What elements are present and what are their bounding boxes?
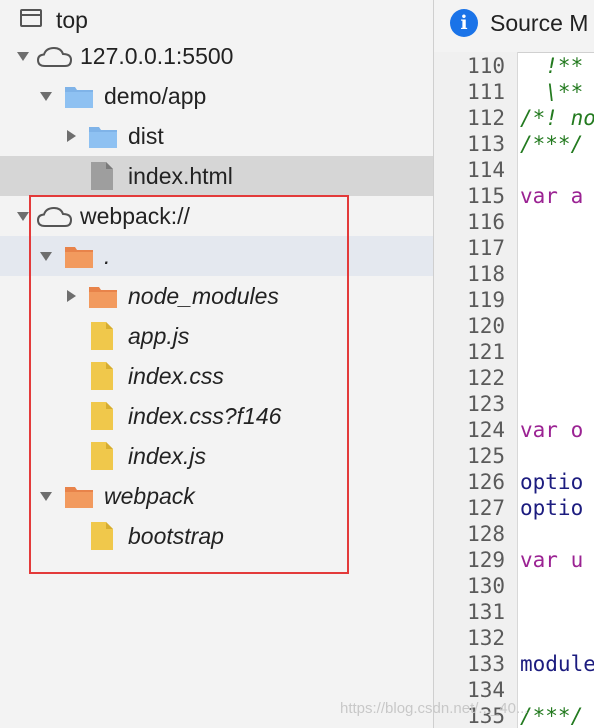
tree-item-demo-app[interactable]: demo/app — [0, 76, 433, 116]
code-text: /***/ — [520, 704, 584, 728]
line-number[interactable]: 128 — [434, 521, 505, 547]
highlight-annotation-box — [29, 195, 349, 574]
line-number[interactable]: 122 — [434, 365, 505, 391]
line-number[interactable]: 121 — [434, 339, 505, 365]
tree-item-dist[interactable]: dist — [0, 116, 433, 156]
code-text: var u — [520, 548, 584, 572]
line-number[interactable]: 119 — [434, 287, 505, 313]
code-text: optio — [520, 496, 584, 520]
code-text: var o — [520, 418, 584, 442]
line-number[interactable]: 123 — [434, 391, 505, 417]
tree-item-label: top — [56, 7, 88, 33]
tree-item-label: demo/app — [104, 83, 207, 109]
line-number[interactable]: 111 — [434, 79, 505, 105]
line-number[interactable]: 132 — [434, 625, 505, 651]
code-line: 126 optio — [434, 469, 594, 495]
watermark-text: https://blog.csdn.net/..._40... — [340, 700, 529, 717]
line-number[interactable]: 115 — [434, 183, 505, 209]
code-text: \** — [520, 80, 584, 104]
code-line: 130 — [434, 573, 594, 599]
line-number[interactable]: 133 — [434, 651, 505, 677]
tree-item-label: 127.0.0.1:5500 — [80, 43, 234, 69]
code-line: 120 — [434, 313, 594, 339]
code-line: 111 \** — [434, 79, 594, 105]
line-number[interactable]: 116 — [434, 209, 505, 235]
code-line: 123 — [434, 391, 594, 417]
line-number[interactable]: 120 — [434, 313, 505, 339]
tree-item-label: index.html — [128, 163, 233, 189]
code-text: /*! no — [520, 106, 594, 130]
code-line: 118 — [434, 261, 594, 287]
code-line: 127 optio — [434, 495, 594, 521]
code-line: 115 var a — [434, 183, 594, 209]
tree-item-top[interactable]: top — [0, 0, 433, 40]
code-line: 133 module — [434, 651, 594, 677]
expand-arrow-icon[interactable] — [40, 92, 52, 101]
line-number[interactable]: 127 — [434, 495, 505, 521]
code-line: 131 — [434, 599, 594, 625]
code-text: optio — [520, 470, 584, 494]
line-number[interactable]: 113 — [434, 131, 505, 157]
line-number[interactable]: 131 — [434, 599, 505, 625]
line-number[interactable]: 117 — [434, 235, 505, 261]
tab-source-map[interactable]: Source M — [490, 0, 588, 46]
line-number[interactable]: 129 — [434, 547, 505, 573]
editor-tabbar: i Source M — [434, 0, 594, 53]
line-number[interactable]: 126 — [434, 469, 505, 495]
code-line: 119 — [434, 287, 594, 313]
code-line: 116 — [434, 209, 594, 235]
file-icon — [91, 162, 113, 190]
code-line: 110 !** — [434, 53, 594, 79]
line-number[interactable]: 124 — [434, 417, 505, 443]
folder-icon — [89, 127, 117, 148]
code-text: var a — [520, 184, 584, 208]
code-line: 112 /*! no — [434, 105, 594, 131]
code-text: /***/ — [520, 132, 584, 156]
frame-icon — [20, 9, 42, 27]
tree-item-origin[interactable]: 127.0.0.1:5500 — [0, 36, 433, 76]
code-line: 128 — [434, 521, 594, 547]
collapse-arrow-icon[interactable] — [67, 130, 76, 142]
line-number[interactable]: 114 — [434, 157, 505, 183]
code-line: 129 var u — [434, 547, 594, 573]
source-editor: i Source M 110 !** 111 \** 112/*! no 113/**… — [434, 0, 594, 728]
tree-item-label: dist — [128, 123, 164, 149]
file-navigator: top 127.0.0.1:5500 demo/app dist index.h… — [0, 0, 433, 728]
code-line: 124 var o — [434, 417, 594, 443]
line-number[interactable]: 130 — [434, 573, 505, 599]
line-number[interactable]: 125 — [434, 443, 505, 469]
code-line: 121 — [434, 339, 594, 365]
code-text: module — [520, 652, 594, 676]
line-number[interactable]: 112 — [434, 105, 505, 131]
expand-arrow-icon[interactable] — [17, 212, 29, 221]
code-line: 113 /***/ — [434, 131, 594, 157]
line-number[interactable]: 110 — [434, 53, 505, 79]
code-line: 122 — [434, 365, 594, 391]
info-icon: i — [450, 9, 478, 37]
code-line: 114 — [434, 157, 594, 183]
cloud-icon — [36, 46, 73, 67]
code-line: 132 — [434, 625, 594, 651]
tree-item-index-html[interactable]: index.html — [0, 156, 433, 196]
folder-icon — [65, 87, 93, 108]
code-line: 125 — [434, 443, 594, 469]
code-text: !** — [520, 54, 584, 78]
expand-arrow-icon[interactable] — [17, 52, 29, 61]
line-number[interactable]: 118 — [434, 261, 505, 287]
code-line: 117 — [434, 235, 594, 261]
